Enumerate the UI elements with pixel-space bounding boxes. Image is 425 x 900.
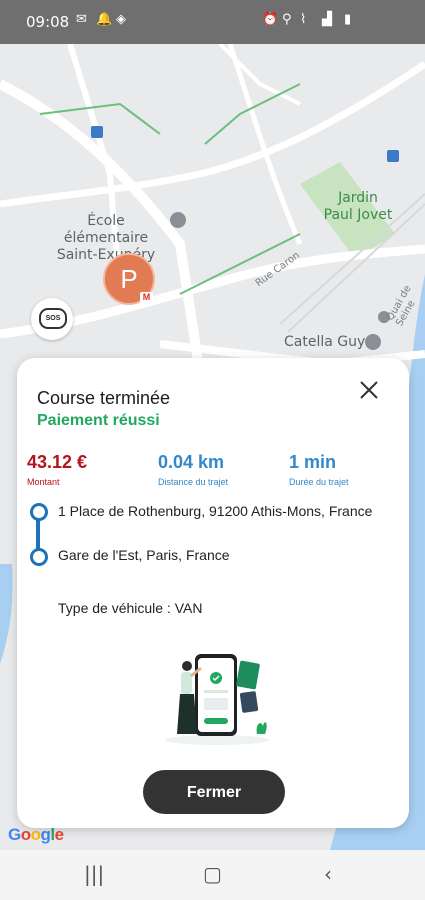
amount-value: 43.12 €: [27, 452, 88, 472]
pickup-dot-icon: [30, 503, 48, 521]
status-bar: 09:08 ✉ 🔔 ◈ ⏰ ⚲ ⌇ ▟ ▮: [0, 0, 425, 44]
dropoff-dot-icon: [30, 548, 48, 566]
stat-distance: 0.04 km Distance du trajet: [158, 452, 228, 487]
stat-amount: 43.12 € Montant: [27, 452, 87, 487]
gmail-badge-icon: M: [140, 292, 153, 303]
vehicle-type: Type de véhicule : VAN: [58, 600, 203, 616]
pickup-address: 1 Place de Rothenburg, 91200 Athis-Mons,…: [58, 503, 373, 519]
map-label-park: Jardin Paul Jovet: [323, 190, 393, 223]
distance-label: Distance du trajet: [158, 477, 229, 487]
back-icon[interactable]: ‹: [324, 862, 332, 886]
notification-bell-icon: 🔔: [96, 12, 113, 27]
duration-value: 1 min: [289, 452, 337, 472]
distance-value: 0.04 km: [158, 452, 225, 472]
signal-icon: ▟: [322, 12, 332, 27]
nav-bar: ||| ▢ ‹: [0, 850, 425, 900]
alarm-icon: ⏰: [262, 12, 279, 27]
duration-label: Durée du trajet: [289, 477, 349, 487]
status-time: 09:08: [26, 13, 70, 31]
amount-label: Montant: [27, 477, 60, 487]
dropoff-address: Gare de l'Est, Paris, France: [58, 547, 230, 563]
ride-summary-card: Course terminée Paiement réussi 43.12 € …: [17, 358, 409, 828]
map-label-catella: Catella Guy: [284, 334, 366, 350]
location-icon: ⚲: [282, 12, 292, 27]
wifi-calling-icon: ⌇: [300, 12, 307, 27]
payment-success-illustration: [165, 654, 269, 745]
home-icon[interactable]: ▢: [203, 862, 222, 886]
recent-apps-icon[interactable]: |||: [84, 862, 104, 886]
google-logo: Google: [8, 825, 64, 844]
sos-icon: SOS: [39, 308, 67, 329]
map-label-school: École élémentaire Saint-Exupéry: [56, 213, 156, 263]
stat-duration: 1 min Durée du trajet: [289, 452, 349, 487]
card-title: Course terminée: [37, 388, 171, 408]
sos-button[interactable]: SOS: [31, 298, 73, 340]
battery-icon: ▮: [344, 12, 352, 27]
close-button[interactable]: Fermer: [143, 770, 285, 814]
gmail-icon: ✉: [76, 12, 87, 27]
dot-icon: ◈: [116, 12, 126, 27]
close-icon[interactable]: [357, 378, 381, 402]
payment-status: Paiement réussi: [37, 412, 160, 429]
